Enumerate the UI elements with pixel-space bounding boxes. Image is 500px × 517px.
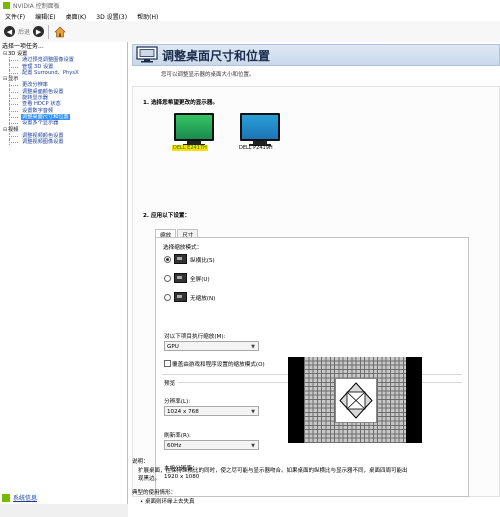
description-text-continued: 现黑边。 [138,476,161,482]
menu-bar: 文件(F) 编辑(E) 桌面(K) 3D 设置(3) 帮助(H) [0,11,500,21]
tree-item-label: 更改分辨率 [22,82,48,89]
perform-scaling-label: 对以下项目执行缩放(M): [164,334,226,340]
desktop-size-icon [136,46,158,63]
description-label: 说明： [132,459,149,465]
aspect-ratio-scaling-icon [174,254,187,264]
content-pane: 调整桌面尺寸和位置 您可以调整显示器的桌面大小和位置。 1. 选择您希望更改的显… [128,42,500,517]
home-icon [53,26,66,37]
tree-item-label: 设置多个显示器 [22,120,59,127]
system-info-link-container: 系统信息 [2,493,37,502]
tree-item-label: 调整桌面颜色设置 [22,88,64,95]
refresh-rate-label: 刷新率(R): [164,433,191,439]
radio-no-scaling-label[interactable]: 无缩放(N) [190,294,215,302]
native-resolution-value: 1920 x 1080 [164,474,200,480]
tree-item-label: 调整视频图像设置 [22,139,64,146]
radio-aspect-ratio-label[interactable]: 纵横比(S) [190,256,215,264]
radio-aspect-ratio[interactable] [164,256,171,263]
back-button[interactable]: ◀ [4,26,15,37]
system-info-link[interactable]: 系统信息 [13,493,37,502]
description-text: 扩展桌面，在保持纵横比的同时，使之尽可能与显示器吻合。如果桌面的纵横比与显示器不… [138,468,408,474]
menu-desktop[interactable]: 桌面(K) [61,12,92,21]
refresh-rate-value: 60Hz [167,443,182,449]
task-pane: 选择一项任务... ⊟3D 设置 通过预览调整图像设置 管理 3D 设置 配置 … [0,42,128,504]
radio-full-screen[interactable] [164,275,171,282]
tree-item-label: 查看 HDCP 状态 [22,101,61,108]
tree-category-label: 视频 [8,126,19,133]
task-pane-header: 选择一项任务... [2,43,44,50]
section-select-display-title: 1. 选择您希望更改的显示器。 [143,100,219,106]
preview-desktop-area [335,378,377,423]
system-info-icon [2,493,10,502]
tree-category-label: 显示 [8,76,19,83]
monitor-dell-p2419h[interactable] [240,113,280,146]
radio-full-screen-label[interactable]: 全屏(U) [190,275,210,283]
monitor-dell-e2417h[interactable] [174,113,214,146]
tree-item-label: 设置数字音频 [22,107,54,114]
page-header-banner: 调整桌面尺寸和位置 [132,44,500,66]
section-apply-settings-title: 2. 应用以下设置： [143,213,191,219]
scaling-preview [288,357,422,443]
resolution-dropdown[interactable]: 1024 x 768 ▼ [164,406,259,416]
radio-no-scaling[interactable] [164,294,171,301]
toolbar: ◀ 后退 ▶ [0,21,500,43]
forward-button[interactable]: ▶ [33,26,45,37]
back-label: 后退 [18,29,31,36]
chevron-down-icon: ▼ [251,344,255,350]
menu-file[interactable]: 文件(F) [0,12,30,21]
back-arrow-icon: ◀ [6,27,13,36]
override-scaling-label[interactable]: 覆盖由游戏和程序设置的缩放模式(O) [172,360,265,368]
perform-scaling-dropdown[interactable]: GPU ▼ [164,341,259,351]
menu-3d-settings[interactable]: 3D 设置(3) [91,12,132,21]
refresh-rate-dropdown[interactable]: 60Hz ▼ [164,440,259,450]
tree-item-label: 通过预览调整图像设置 [22,57,74,64]
menu-edit[interactable]: 编辑(E) [30,12,60,21]
page-description: 您可以调整显示器的桌面大小和位置。 [161,72,255,78]
monitor-screen-icon [240,113,280,141]
typical-usage-label: 典型的使用情形： [132,490,177,496]
tree-item-label: 管理 3D 设置 [22,63,54,70]
resolution-value: 1024 x 768 [167,409,199,415]
home-button[interactable] [53,25,66,38]
task-tree: ⊟3D 设置 通过预览调整图像设置 管理 3D 设置 配置 Surround、P… [0,51,127,146]
tree-item-label: 调整视频颜色设置 [22,132,64,139]
monitor-label-dell-e2417h[interactable]: DELL E2417H [172,145,208,151]
no-scaling-icon [174,292,187,302]
tree-item-label: 配置 Surround、PhysX [22,69,79,76]
chevron-down-icon: ▼ [251,443,255,449]
nvidia-logo-icon [3,2,10,9]
perform-scaling-value: GPU [167,344,179,350]
chevron-down-icon: ▼ [251,409,255,415]
resolution-label: 分辨率(L): [164,399,191,405]
scaling-mode-label: 选择缩放模式： [163,245,203,251]
typical-usage-item: • 桌面则环缘上去失真 [140,499,195,505]
override-scaling-checkbox[interactable] [164,360,171,367]
page-title: 调整桌面尺寸和位置 [162,49,271,63]
forward-arrow-icon: ▶ [35,27,42,36]
monitor-screen-icon [174,113,214,141]
tree-item-video-image[interactable]: 调整视频图像设置 [0,139,127,146]
toolbar-separator [48,24,50,39]
full-screen-scaling-icon [174,273,187,283]
monitor-label-dell-p2419h[interactable]: DELL P2419H [239,145,273,151]
menu-help[interactable]: 帮助(H) [132,12,163,21]
preview-pattern [339,382,373,419]
window-title: NVIDIA 控制面板 [13,3,60,10]
preview-label: 预览 [164,381,176,387]
